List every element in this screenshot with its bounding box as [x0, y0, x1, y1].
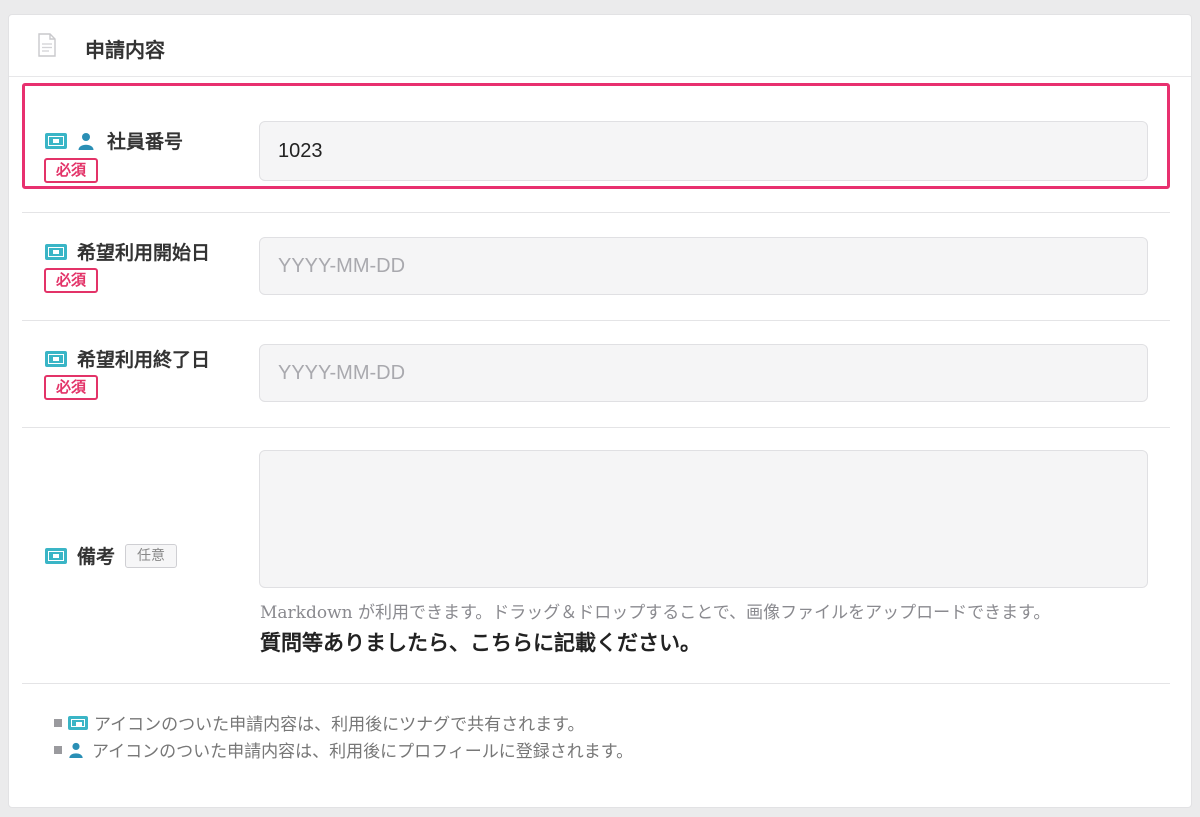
person-icon — [69, 742, 83, 758]
employee-number-label: 社員番号 — [45, 127, 183, 154]
end-date-label-text: 希望利用終了日 — [77, 349, 211, 371]
remarks-note: 質問等ありましたら、こちらに記載ください。 — [260, 631, 701, 655]
markdown-help-text: Markdown が利用できます。ドラッグ＆ドロップすることで、画像ファイルをア… — [260, 603, 1051, 623]
share-icon — [45, 132, 67, 149]
employee-number-input[interactable]: 1023 — [259, 121, 1148, 181]
panel-title: 申請内容 — [85, 38, 165, 62]
person-icon — [78, 132, 94, 150]
end-date-label: 希望利用終了日 — [45, 345, 210, 372]
footnote-share: アイコンのついた申請内容は、利用後にツナグで共有されます。 — [54, 710, 584, 735]
bullet — [54, 745, 62, 754]
footnote-profile: アイコンのついた申請内容は、利用後にプロフィールに登録されます。 — [54, 737, 633, 762]
share-icon — [45, 350, 67, 367]
footnote-share-text: アイコンのついた申請内容は、利用後にツナグで共有されます。 — [94, 715, 585, 735]
bullet — [54, 718, 62, 727]
remarks-label-text: 備考 — [77, 546, 116, 568]
divider — [22, 683, 1170, 684]
panel-header: 申請内容 — [9, 15, 1191, 77]
remarks-label: 備考 任意 — [45, 542, 178, 569]
end-date-input[interactable]: YYYY-MM-DD — [259, 344, 1148, 402]
divider — [22, 320, 1170, 321]
divider — [22, 212, 1170, 213]
share-icon — [45, 547, 67, 564]
start-date-input[interactable]: YYYY-MM-DD — [259, 237, 1148, 295]
share-icon — [68, 715, 88, 730]
employee-number-label-text: 社員番号 — [107, 131, 184, 153]
optional-badge: 任意 — [125, 543, 178, 568]
required-badge: 必須 — [44, 158, 98, 183]
required-badge: 必須 — [44, 268, 98, 293]
divider — [22, 427, 1170, 428]
footnote-profile-text: アイコンのついた申請内容は、利用後にプロフィールに登録されます。 — [92, 742, 634, 762]
start-date-label-text: 希望利用開始日 — [77, 242, 211, 264]
remarks-textarea[interactable] — [259, 450, 1148, 588]
document-icon — [38, 33, 56, 57]
share-icon — [45, 243, 67, 260]
start-date-label: 希望利用開始日 — [45, 238, 210, 265]
required-badge: 必須 — [44, 375, 98, 400]
